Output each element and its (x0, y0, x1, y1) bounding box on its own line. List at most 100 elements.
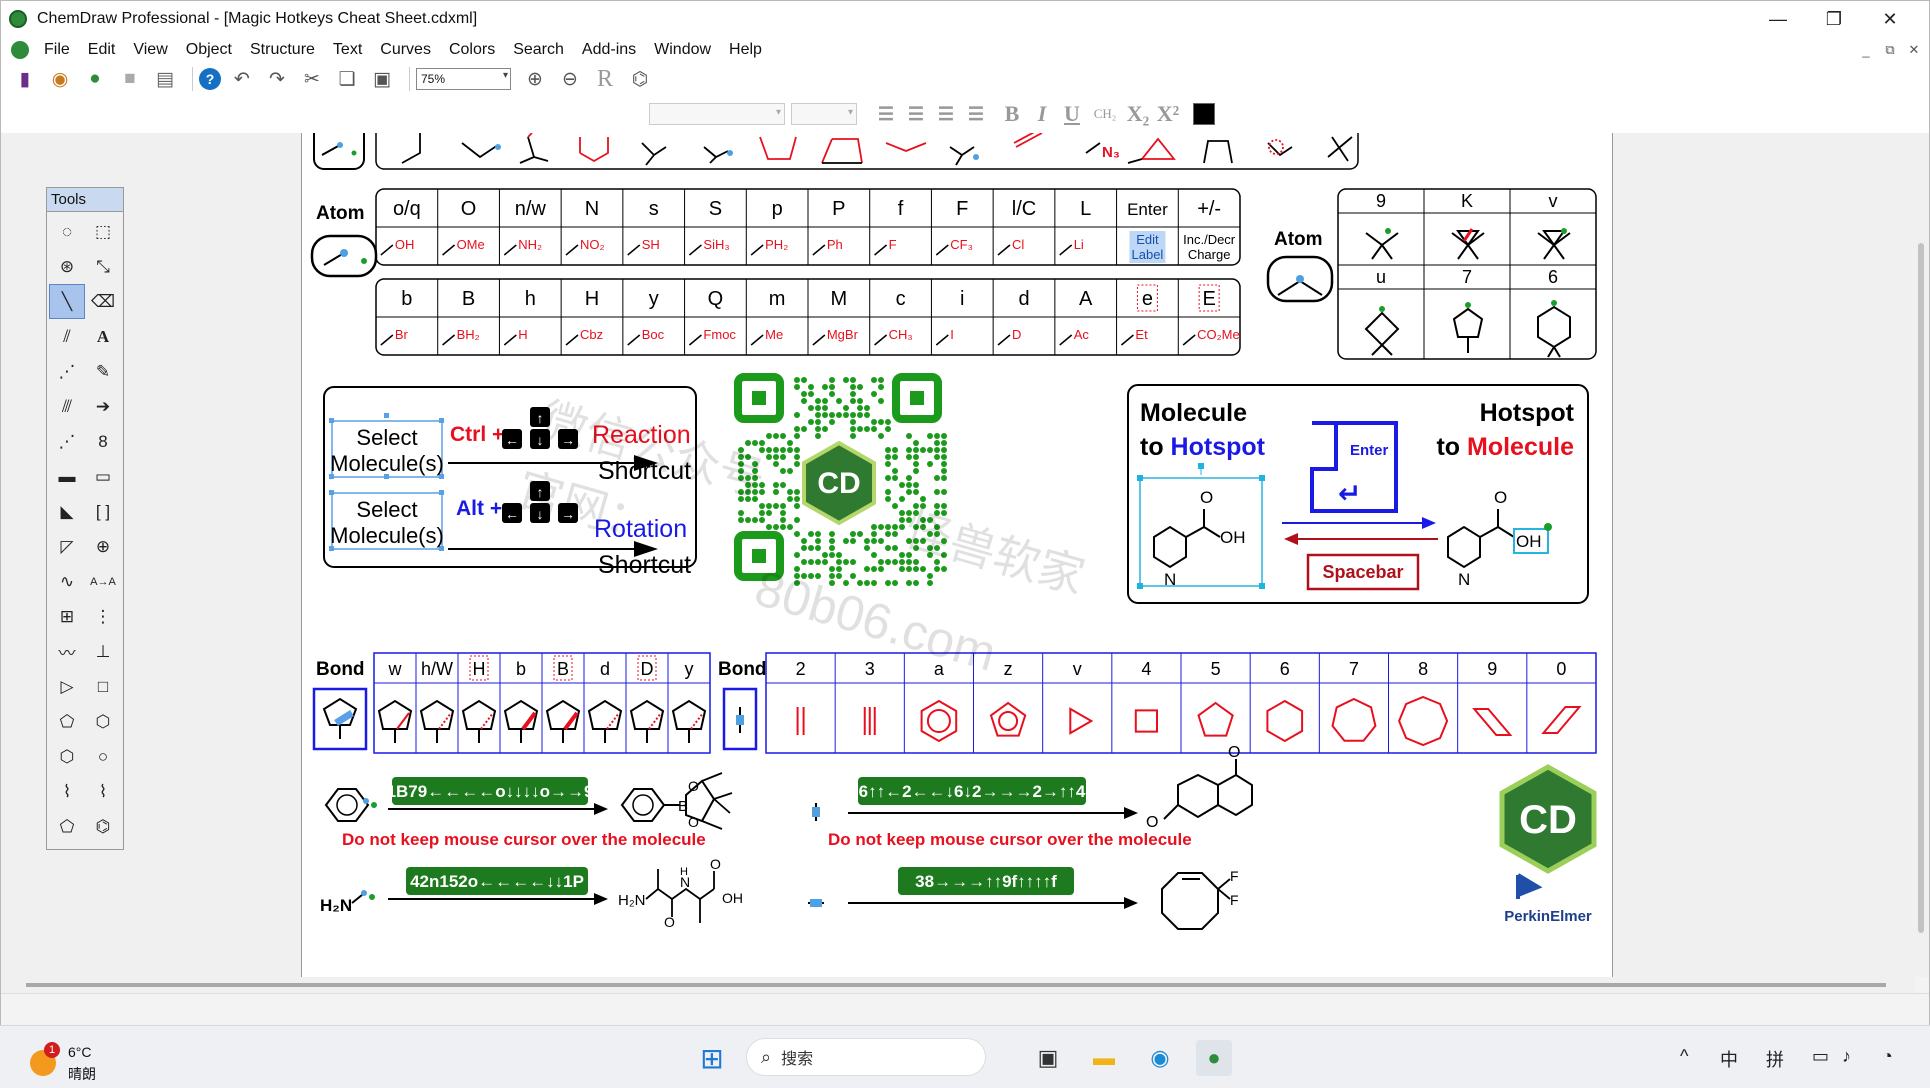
subscript-icon[interactable]: X₂ (1123, 100, 1153, 128)
cyclohexane-icon[interactable]: ⬡ (85, 704, 121, 739)
edge-browser-icon[interactable]: ◉ (1142, 1040, 1178, 1076)
menu-object[interactable]: Object (177, 41, 241, 59)
chemdraw-app-icon[interactable] (9, 10, 27, 28)
menu-colors[interactable]: Colors (440, 41, 504, 59)
maximize-button[interactable]: ❐ (1806, 1, 1862, 37)
template-tool-icon[interactable]: ⊥ (85, 634, 121, 669)
table-tool-icon[interactable]: ⊞ (49, 599, 85, 634)
drawing-elements-icon[interactable]: ▭ (85, 459, 121, 494)
menu-file[interactable]: File (35, 41, 79, 59)
cycloheptane-icon[interactable]: ⬡ (49, 739, 85, 774)
vertical-scrollbar[interactable] (1915, 133, 1929, 977)
underline-icon[interactable]: U (1057, 100, 1087, 128)
align-right-icon[interactable]: ☰ (931, 100, 961, 128)
lasso-tool-icon[interactable]: ◌ (49, 214, 85, 249)
taskbar-search[interactable]: ⌕ 搜索 (746, 1038, 986, 1076)
zoom-in-icon[interactable]: ⊕ (521, 65, 549, 93)
hashed-wedge-tool-icon[interactable]: ⋰ (49, 424, 85, 459)
cyclohexane-chair-2-icon[interactable]: ⌇ (85, 774, 121, 809)
notification-icon[interactable]: ◔ (1882, 1046, 1893, 1067)
help-icon[interactable]: ? (199, 68, 221, 90)
cyclopentadiene-icon[interactable]: ⬠ (49, 809, 85, 844)
cut-icon[interactable]: ✂ (298, 65, 326, 93)
chemical-symbols-icon[interactable]: ⊕ (85, 529, 121, 564)
paste-icon[interactable]: ▣ (368, 65, 396, 93)
ime-pinyin-indicator[interactable]: 拼 (1766, 1046, 1784, 1072)
save-icon[interactable]: ■ (116, 65, 144, 93)
cyclohexane-chair-1-icon[interactable]: ⌇ (49, 774, 85, 809)
horizontal-scroll-thumb[interactable] (26, 983, 1886, 987)
align-center-icon[interactable]: ☰ (901, 100, 931, 128)
cyclooctane-icon[interactable]: ○ (85, 739, 121, 774)
menu-text[interactable]: Text (324, 41, 371, 59)
benzene-icon[interactable]: ⌬ (85, 809, 121, 844)
align-left-icon[interactable]: ☰ (871, 100, 901, 128)
volume-icon[interactable]: ♪ (1842, 1046, 1851, 1067)
menu-view[interactable]: View (124, 41, 176, 59)
bracket-tool-icon[interactable]: [ ] (85, 494, 121, 529)
superscript-icon[interactable]: X² (1153, 100, 1183, 128)
orbital-tool-icon[interactable]: 8 (85, 424, 121, 459)
query-tool-icon[interactable]: A→A (85, 564, 121, 599)
chain-tool-icon[interactable]: 〰 (49, 634, 85, 669)
italic-icon[interactable]: I (1027, 100, 1057, 128)
wedge-bond-tool-icon[interactable]: ◣ (49, 494, 85, 529)
chemdraw-taskbar-icon[interactable]: ● (1196, 1040, 1232, 1076)
font-select[interactable]: ▾ (649, 103, 785, 125)
menu-search[interactable]: Search (504, 41, 573, 59)
structure-perspective-icon[interactable]: ⤡ (85, 249, 121, 284)
ime-chinese-indicator[interactable]: 中 (1720, 1046, 1738, 1072)
horizontal-scrollbar[interactable] (1, 977, 1915, 993)
new-document-icon[interactable]: ▮ (11, 65, 39, 93)
menu-edit[interactable]: Edit (79, 41, 125, 59)
doc-minimize-button[interactable]: _ (1854, 37, 1878, 63)
start-icon[interactable]: ⊞ (694, 1040, 730, 1076)
multiple-bond-tool-icon[interactable]: ⫽ (49, 319, 85, 354)
bold-icon[interactable]: B (997, 100, 1027, 128)
formula-icon[interactable]: CH₂ (1087, 100, 1123, 128)
menu-curves[interactable]: Curves (371, 41, 440, 59)
document-icon[interactable] (11, 41, 29, 59)
cyclopentane-icon[interactable]: ⬠ (49, 704, 85, 739)
minimize-button[interactable]: — (1750, 1, 1806, 37)
text-tool-icon[interactable]: A (85, 319, 121, 354)
color-swatch[interactable] (1193, 103, 1215, 125)
menu-window[interactable]: Window (645, 41, 720, 59)
menu-structure[interactable]: Structure (241, 41, 324, 59)
network-icon[interactable]: ▭ (1812, 1046, 1829, 1067)
file-explorer-icon[interactable]: ▬ (1086, 1040, 1122, 1076)
redo-icon[interactable]: ↷ (263, 65, 291, 93)
open-icon[interactable]: ◉ (46, 65, 74, 93)
eraser-tool-icon[interactable]: ⌫ (85, 284, 121, 319)
chemdraw-cloud-icon[interactable]: ● (81, 65, 109, 93)
print-icon[interactable]: ▤ (151, 65, 179, 93)
hashed-bond-tool-icon[interactable]: ⫻ (49, 389, 85, 424)
solid-bond-tool-icon[interactable]: ╲ (49, 284, 85, 319)
copy-icon[interactable]: ❏ (333, 65, 361, 93)
arrow-tool-icon[interactable]: ➔ (85, 389, 121, 424)
rotate-tool-icon[interactable]: ⊛ (49, 249, 85, 284)
hollow-wedge-tool-icon[interactable]: ◸ (49, 529, 85, 564)
zoom-select[interactable]: 75% ▾ (416, 68, 511, 90)
font-size-select[interactable]: ▾ (791, 103, 857, 125)
structure-icon[interactable]: ⌬ (626, 65, 654, 93)
dashed-bond-tool-icon[interactable]: ⋰ (49, 354, 85, 389)
menu-addins[interactable]: Add-ins (573, 41, 645, 59)
cyclopropane-icon[interactable]: ▷ (49, 669, 85, 704)
undo-icon[interactable]: ↶ (228, 65, 256, 93)
bold-bond-tool-icon[interactable]: ▬ (49, 459, 85, 494)
cyclobutane-icon[interactable]: □ (85, 669, 121, 704)
justify-icon[interactable]: ☰ (961, 100, 991, 128)
pen-tool-icon[interactable]: ✎ (85, 354, 121, 389)
menu-help[interactable]: Help (720, 41, 771, 59)
document-canvas-area[interactable]: N₃ Atom o/q OH O OMe n/w NH₂ N NO₂ s SH S SiH₃ p PH₂ P… (1, 133, 1915, 977)
tlc-tool-icon[interactable]: ⋮ (85, 599, 121, 634)
zoom-out-icon[interactable]: ⊖ (556, 65, 584, 93)
close-button[interactable]: ✕ (1862, 1, 1918, 37)
tray-overflow-icon[interactable]: ^ (1680, 1046, 1688, 1067)
wavy-bond-tool-icon[interactable]: ∿ (49, 564, 85, 599)
task-view-icon[interactable]: ▣ (1030, 1040, 1066, 1076)
doc-restore-button[interactable]: ⧉ (1878, 37, 1902, 63)
marquee-tool-icon[interactable]: ⬚ (85, 214, 121, 249)
reaction-r-icon[interactable]: R (591, 65, 619, 93)
